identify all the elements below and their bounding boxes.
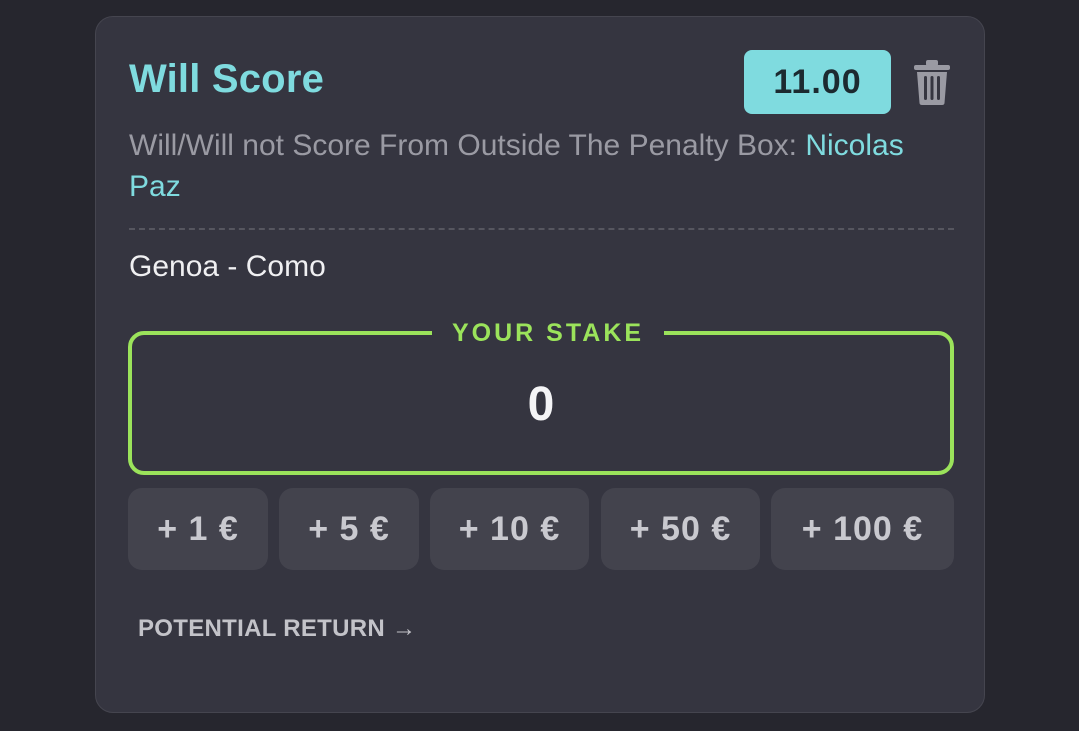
- stake-input[interactable]: 0: [132, 377, 950, 432]
- quick-stake-button-100[interactable]: + 100 €: [771, 488, 954, 570]
- quick-stake-button-10[interactable]: + 10 €: [430, 488, 589, 570]
- stake-input-box[interactable]: YOUR STAKE 0: [128, 315, 954, 475]
- odds-badge[interactable]: 11.00: [744, 50, 891, 114]
- divider: [129, 228, 954, 230]
- quick-stake-button-50[interactable]: + 50 €: [601, 488, 760, 570]
- match-name: Genoa - Como: [129, 250, 326, 283]
- quick-stake-button-1[interactable]: + 1 €: [128, 488, 268, 570]
- market-description: Will/Will not Score From Outside The Pen…: [129, 125, 959, 207]
- potential-return-label: POTENTIAL RETURN →: [138, 615, 417, 642]
- trash-icon[interactable]: [912, 59, 952, 105]
- market-label: Will/Will not Score From Outside The Pen…: [129, 129, 806, 162]
- quick-stake-button-5[interactable]: + 5 €: [279, 488, 419, 570]
- stake-label: YOUR STAKE: [432, 315, 665, 351]
- bet-slip-card: Will Score 11.00 Will/Will not Score Fro…: [95, 16, 985, 713]
- bet-title: Will Score: [129, 57, 325, 101]
